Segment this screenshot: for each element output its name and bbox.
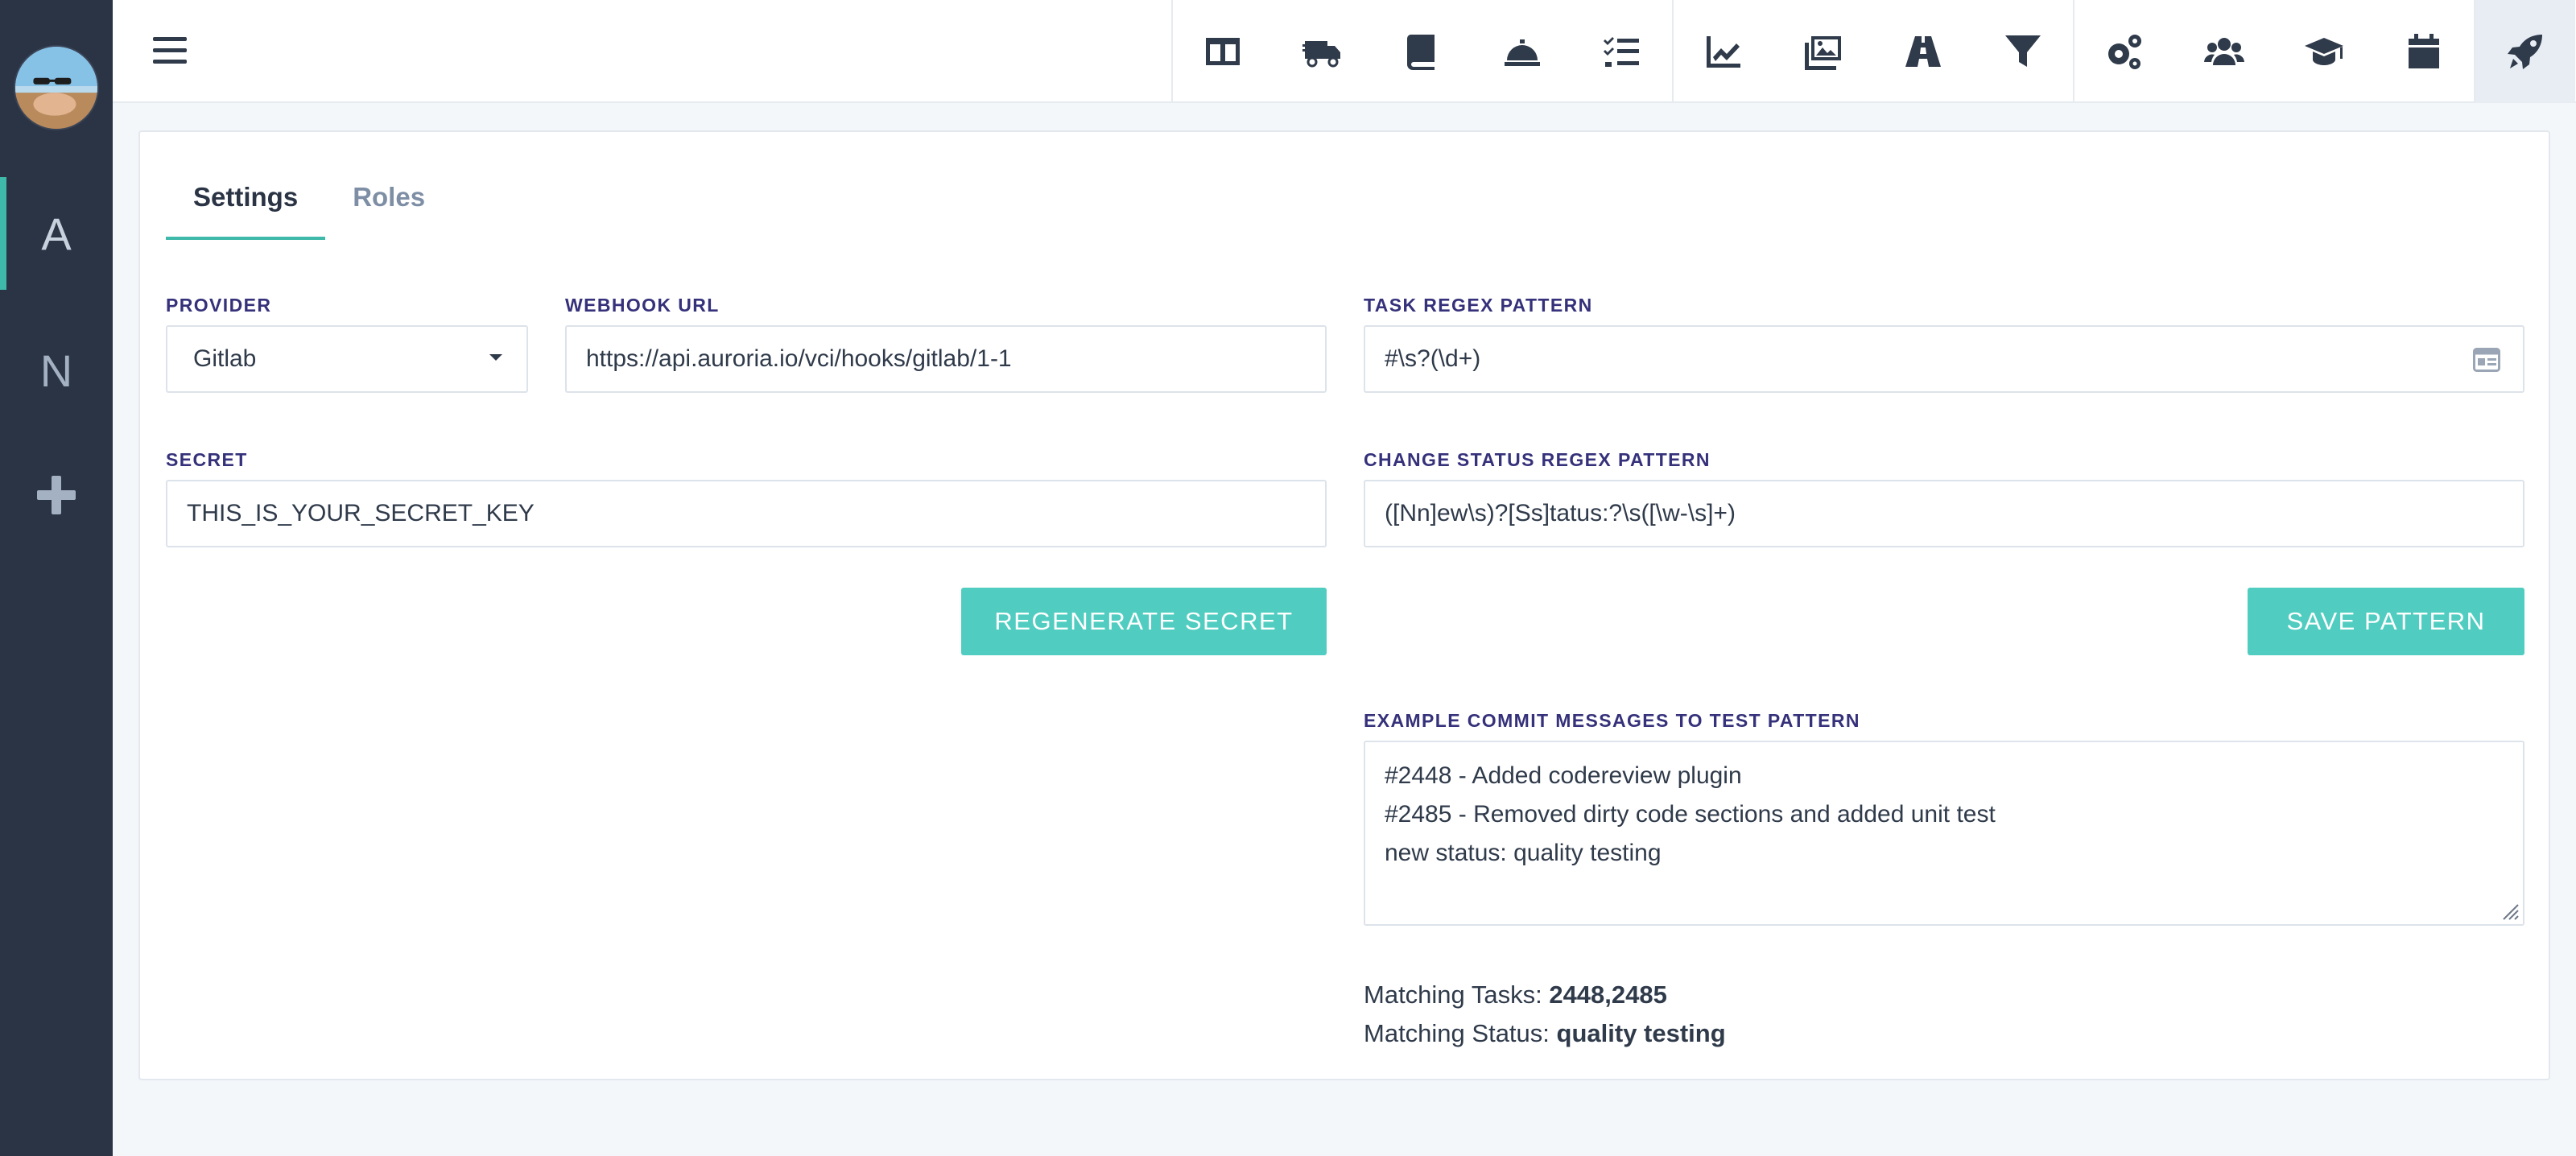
tool-shipping[interactable]: [1273, 0, 1373, 103]
module-toolbar: [1171, 0, 2575, 103]
resize-handle-icon[interactable]: [2500, 902, 2520, 921]
plus-icon: [37, 476, 76, 514]
status-regex-label: CHANGE STATUS REGEX PATTERN: [1364, 449, 1711, 470]
tool-gallery[interactable]: [1773, 0, 1873, 103]
tool-filter[interactable]: [1973, 0, 2073, 103]
save-pattern-button[interactable]: SAVE PATTERN: [2248, 588, 2524, 655]
workspace-a-label: A: [41, 208, 72, 259]
toolbar-group-2: [1672, 0, 2073, 103]
tool-team[interactable]: [2174, 0, 2274, 103]
avatar-photo: [15, 47, 97, 129]
workspace-sidebar: A N: [0, 0, 113, 1156]
add-workspace-button[interactable]: [0, 439, 113, 551]
toolbar-group-4: [2474, 0, 2575, 103]
workspace-n-label: N: [39, 345, 73, 396]
tool-reports[interactable]: [1674, 0, 1773, 103]
menu-toggle-button[interactable]: [151, 32, 188, 69]
commit-line: #2448 - Added codereview plugin: [1385, 762, 1742, 789]
tool-tasks[interactable]: [1572, 0, 1672, 103]
matching-status-value: quality testing: [1556, 1019, 1726, 1047]
secret-field[interactable]: THIS_IS_YOUR_SECRET_KEY: [166, 480, 1327, 547]
tab-bar: Settings Roles: [166, 177, 452, 240]
chart-line-icon: [1707, 36, 1740, 68]
workspace-a[interactable]: A: [0, 177, 113, 290]
hamburger-icon: [153, 37, 187, 64]
tool-columns[interactable]: [1173, 0, 1273, 103]
tasks-icon: [1604, 37, 1639, 67]
commit-line: new status: quality testing: [1385, 840, 1662, 866]
rocket-icon: [2508, 35, 2542, 69]
tab-settings[interactable]: Settings: [166, 177, 326, 240]
webhook-url-field[interactable]: https://api.auroria.io/vci/hooks/gitlab/…: [565, 325, 1327, 393]
status-regex-field[interactable]: ([Nn]ew\s)?[Ss]tatus:?\s([\w-\s]+): [1364, 480, 2524, 547]
chevron-down-icon: [489, 354, 502, 361]
tool-calendar[interactable]: [2374, 0, 2474, 103]
top-bar: [113, 0, 2576, 103]
toolbar-group-1: [1171, 0, 1672, 103]
task-regex-field[interactable]: #\s?(\d+): [1364, 325, 2524, 393]
matching-status: Matching Status: quality testing: [1364, 1019, 1726, 1048]
secret-value: THIS_IS_YOUR_SECRET_KEY: [187, 500, 535, 526]
graduation-cap-icon: [2305, 38, 2343, 65]
truck-icon: [1302, 41, 1340, 68]
tool-book[interactable]: [1373, 0, 1472, 103]
concierge-bell-icon: [1505, 39, 1540, 66]
regenerate-secret-button[interactable]: REGENERATE SECRET: [961, 588, 1327, 655]
book-icon: [1406, 35, 1435, 70]
road-icon: [1905, 36, 1941, 67]
task-regex-label: TASK REGEX PATTERN: [1364, 295, 1593, 316]
avatar[interactable]: [14, 45, 99, 130]
tool-integrations[interactable]: [2475, 0, 2575, 103]
columns-icon: [1206, 38, 1240, 65]
webhook-url-label: WEBHOOK URL: [565, 295, 720, 316]
tool-roadmap[interactable]: [1873, 0, 1973, 103]
provider-select[interactable]: Gitlab: [166, 325, 528, 393]
calendar-icon: [2409, 34, 2439, 68]
users-icon: [2204, 38, 2244, 65]
toolbar-group-3: [2073, 0, 2474, 103]
matching-tasks-label: Matching Tasks:: [1364, 981, 1542, 1009]
cogs-icon: [2108, 35, 2141, 69]
id-card-icon: [2473, 348, 2500, 372]
task-regex-value: #\s?(\d+): [1385, 345, 1481, 372]
commit-line: #2485 - Removed dirty code sections and …: [1385, 801, 1996, 828]
matching-tasks: Matching Tasks: 2448,2485: [1364, 981, 1667, 1009]
tool-settings[interactable]: [2074, 0, 2174, 103]
workspace-n[interactable]: N: [0, 314, 113, 427]
provider-label: PROVIDER: [166, 295, 272, 316]
tool-academy[interactable]: [2274, 0, 2374, 103]
example-commits-label: EXAMPLE COMMIT MESSAGES TO TEST PATTERN: [1364, 710, 1860, 731]
matching-tasks-value: 2448,2485: [1549, 981, 1667, 1009]
status-regex-value: ([Nn]ew\s)?[Ss]tatus:?\s([\w-\s]+): [1385, 500, 1736, 526]
provider-value: Gitlab: [193, 345, 257, 372]
images-icon: [1805, 36, 1841, 70]
matching-status-label: Matching Status:: [1364, 1019, 1550, 1047]
secret-label: SECRET: [166, 449, 248, 470]
example-commits-textarea[interactable]: #2448 - Added codereview plugin #2485 - …: [1364, 741, 2524, 926]
tab-roles[interactable]: Roles: [325, 177, 452, 240]
filter-icon: [2005, 35, 2041, 67]
webhook-url-value: https://api.auroria.io/vci/hooks/gitlab/…: [586, 345, 1012, 372]
tool-service[interactable]: [1472, 0, 1572, 103]
settings-card: Settings Roles PROVIDER Gitlab WEBHOOK U…: [138, 130, 2550, 1080]
